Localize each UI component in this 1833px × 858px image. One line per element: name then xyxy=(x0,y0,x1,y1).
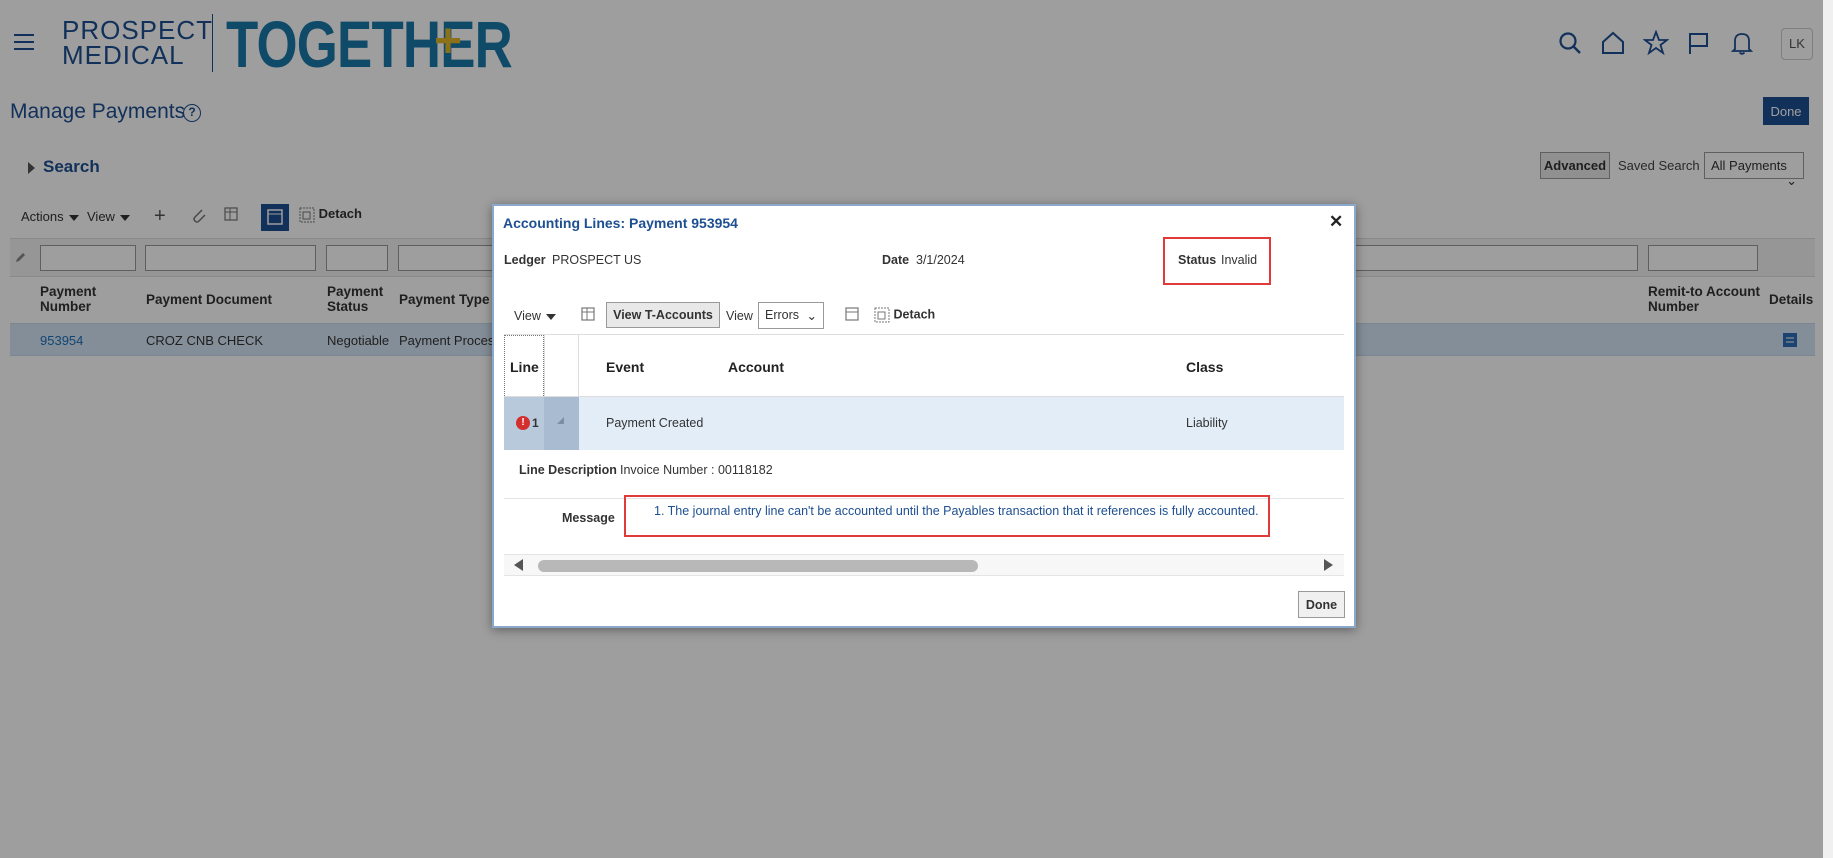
line-number: 1 xyxy=(532,416,539,430)
dialog-done-button[interactable]: Done xyxy=(1298,591,1345,618)
detach-icon xyxy=(874,307,890,323)
col-line[interactable]: Line xyxy=(510,359,539,375)
dialog-title: Accounting Lines: Payment 953954 xyxy=(503,215,738,231)
event-cell: Payment Created xyxy=(606,416,704,430)
caret-down-icon xyxy=(545,313,556,320)
expander-col-header xyxy=(544,335,579,398)
errors-select[interactable]: Errors ⌄ xyxy=(758,302,824,329)
message-label: Message xyxy=(562,511,615,525)
error-icon: ! xyxy=(516,416,530,430)
date-value: 3/1/2024 xyxy=(916,253,965,267)
table-row[interactable]: ! 1 Payment Created Liability xyxy=(504,397,1344,450)
line-cell: ! 1 xyxy=(504,397,544,450)
col-class[interactable]: Class xyxy=(1186,359,1223,375)
col-event[interactable]: Event xyxy=(606,359,644,375)
chevron-down-icon: ⌄ xyxy=(806,309,817,323)
dialog-detach-button[interactable]: Detach xyxy=(874,307,935,323)
line-description-label: Line Description xyxy=(519,463,617,477)
grid-header: Line Event Account Class xyxy=(504,334,1344,398)
ledger-label: Ledger xyxy=(504,253,546,267)
dialog-detach-label: Detach xyxy=(893,307,936,322)
line-description-value: Invoice Number : 00118182 xyxy=(620,463,773,477)
dialog-view-menu[interactable]: View xyxy=(514,309,556,323)
accounting-lines-dialog: Accounting Lines: Payment 953954 ✕ Ledge… xyxy=(492,204,1356,628)
ledger-value: PROSPECT US xyxy=(552,253,642,267)
horizontal-scrollbar[interactable] xyxy=(504,554,1344,576)
scroll-left-icon[interactable] xyxy=(514,559,523,571)
query-by-example-icon[interactable] xyxy=(844,306,862,327)
columns-icon[interactable] xyxy=(580,306,598,327)
message-highlight-box xyxy=(624,495,1270,537)
view-t-accounts-button[interactable]: View T-Accounts xyxy=(606,302,720,328)
col-account[interactable]: Account xyxy=(728,359,784,375)
date-label: Date xyxy=(882,253,910,267)
page-vertical-scrollbar[interactable] xyxy=(1823,0,1833,858)
status-highlight-box xyxy=(1163,237,1271,285)
collapse-triangle-icon xyxy=(557,417,564,424)
close-icon[interactable]: ✕ xyxy=(1329,212,1343,232)
class-cell: Liability xyxy=(1186,416,1228,430)
dialog-view-label: View xyxy=(514,309,541,323)
expand-toggle[interactable] xyxy=(544,397,579,450)
view2-label: View xyxy=(726,309,753,323)
scroll-thumb[interactable] xyxy=(538,560,978,572)
scroll-right-icon[interactable] xyxy=(1324,559,1333,571)
errors-select-value: Errors xyxy=(765,308,800,322)
